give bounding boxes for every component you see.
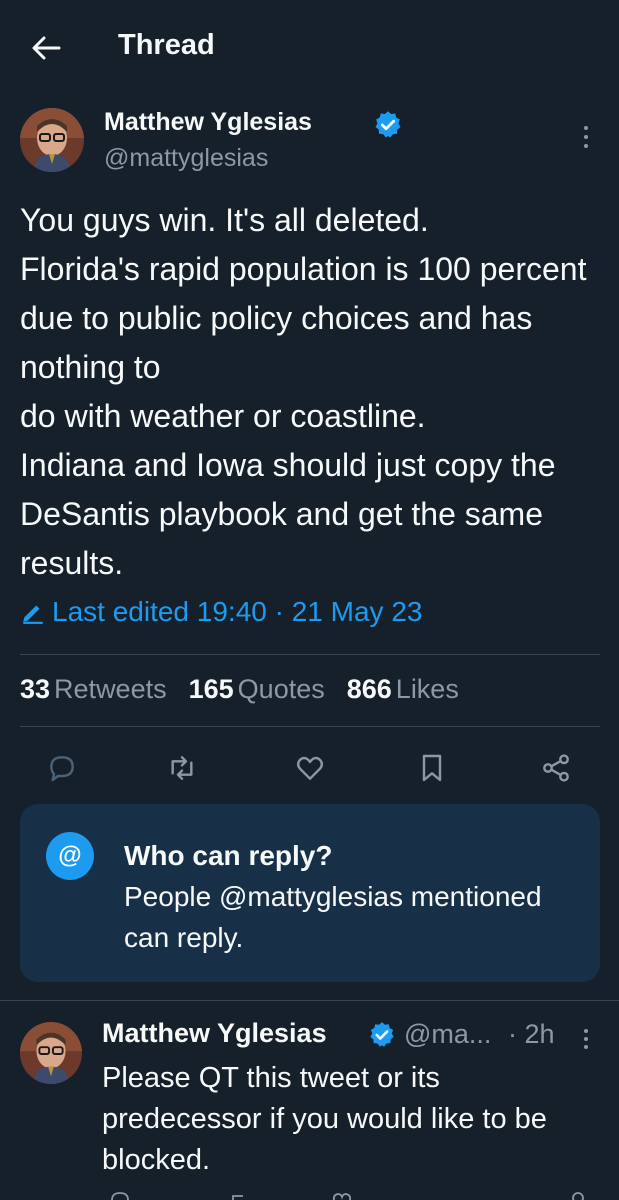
- reply-restriction-title: Who can reply?: [124, 840, 333, 871]
- edited-label: Last edited 19:40 · 21 May 23: [52, 596, 423, 627]
- more-options-button[interactable]: [576, 1026, 596, 1052]
- reply-tweet-text: Please QT this tweet or its predecessor …: [102, 1062, 547, 1176]
- reply-author-handle[interactable]: @ma...: [404, 1019, 491, 1050]
- more-options-button[interactable]: [574, 122, 598, 152]
- pencil-icon: [23, 605, 43, 624]
- share-icon[interactable]: [566, 1188, 590, 1200]
- quotes-stat[interactable]: 165 Quotes: [189, 674, 325, 705]
- heart-icon: [296, 756, 324, 780]
- verified-badge-icon: [375, 111, 401, 138]
- share-icon: [543, 754, 569, 782]
- avatar[interactable]: [20, 1022, 82, 1084]
- retweets-stat[interactable]: 33 Retweets: [20, 674, 167, 705]
- bookmark-icon: [422, 754, 442, 782]
- divider: [20, 654, 600, 655]
- tweet-text: You guys win. It's all deleted. Florida'…: [20, 202, 587, 581]
- heart-icon[interactable]: [330, 1188, 354, 1200]
- like-button[interactable]: [292, 750, 328, 786]
- reply-restriction-body: People @mattyglesias mentioned can reply…: [124, 881, 542, 953]
- likes-stat[interactable]: 866 Likes: [347, 674, 459, 705]
- reply-button[interactable]: [44, 750, 80, 786]
- page-title: Thread: [118, 29, 215, 61]
- retweet-icon[interactable]: [228, 1188, 252, 1200]
- tweet-actions: [0, 746, 619, 790]
- tweet-stats: 33 Retweets 165 Quotes 866 Likes: [20, 674, 481, 705]
- author-handle[interactable]: @mattyglesias: [104, 144, 268, 173]
- reply-tweet[interactable]: Matthew Yglesias @ma... · 2h Please QT t…: [0, 1004, 619, 1200]
- retweet-button[interactable]: [164, 750, 200, 786]
- comment-icon: [50, 756, 74, 782]
- verified-badge-icon: [370, 1022, 394, 1047]
- reply-restriction-card: @ Who can reply? People @mattyglesias me…: [20, 804, 600, 982]
- reply-author-name[interactable]: Matthew Yglesias: [102, 1018, 327, 1049]
- top-bar: Thread: [0, 0, 619, 96]
- reply-tweet-actions: [102, 1188, 602, 1200]
- reply-timestamp: · 2h: [508, 1019, 555, 1049]
- author-name[interactable]: Matthew Yglesias: [104, 108, 312, 137]
- back-button[interactable]: [22, 24, 70, 72]
- mention-icon: @: [46, 832, 94, 880]
- comment-icon[interactable]: [108, 1188, 132, 1200]
- arrow-left-icon: [32, 36, 61, 60]
- retweet-icon: [171, 756, 193, 780]
- share-button[interactable]: [538, 750, 574, 786]
- divider: [20, 726, 600, 727]
- edit-history-link[interactable]: Last edited 19:40 · 21 May 23: [20, 596, 422, 628]
- bookmark-button[interactable]: [414, 750, 450, 786]
- divider: [0, 1000, 619, 1001]
- avatar[interactable]: [20, 108, 84, 172]
